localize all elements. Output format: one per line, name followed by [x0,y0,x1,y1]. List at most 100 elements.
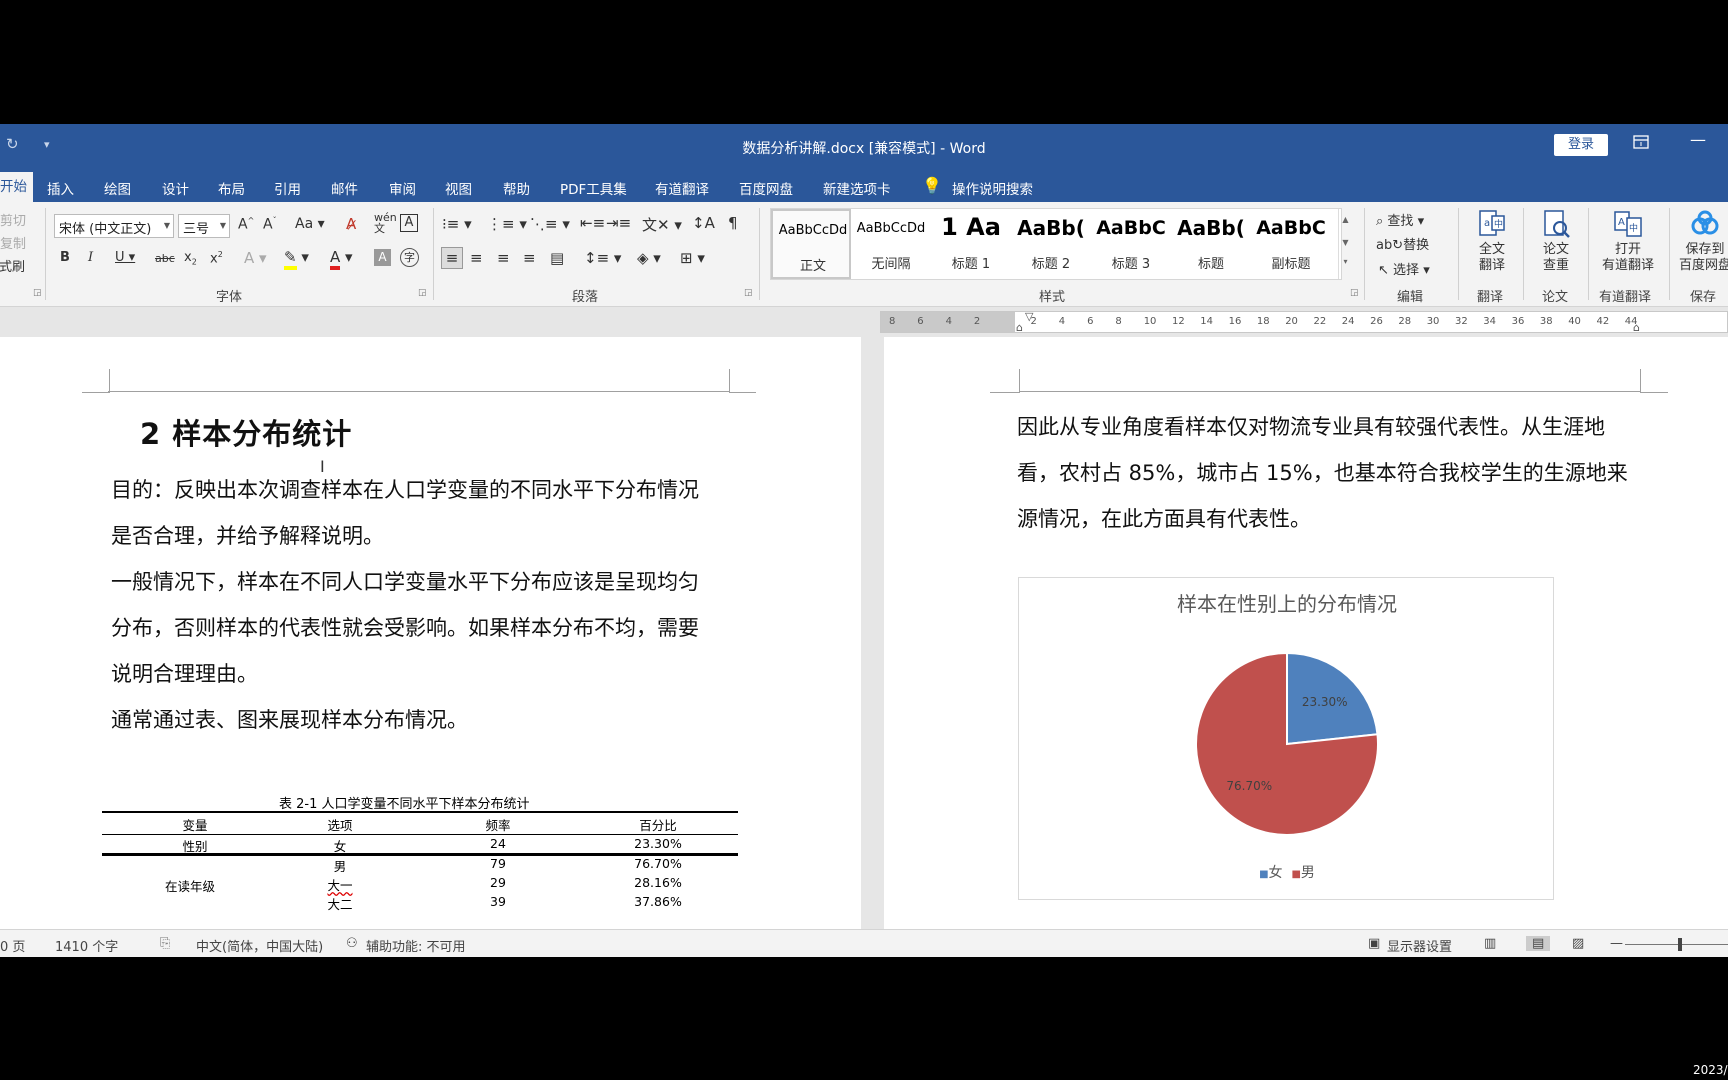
style-heading-2[interactable]: AaBb( 标题 2 [1011,209,1091,279]
paper-check-button[interactable]: 论文 查重 [1525,208,1587,274]
tab-references[interactable]: 引用 [274,178,301,198]
tab-baidu-netdisk[interactable]: 百度网盘 [739,178,793,198]
zoom-slider-thumb[interactable] [1678,938,1682,951]
bullets-icon[interactable]: ⁝≡ ▾ [442,215,472,233]
read-mode-icon[interactable]: ▥ [1484,936,1496,951]
web-layout-icon[interactable]: ▨ [1572,936,1584,951]
align-left-icon[interactable]: ≡ [441,247,463,269]
distributed-icon[interactable]: ▤ [550,249,564,267]
tell-me-search[interactable]: 操作说明搜索 [952,178,1033,198]
paragraph-launcher-icon[interactable]: ◲ [744,288,753,298]
subscript-icon[interactable]: x2 [184,250,197,267]
copy-button[interactable]: 复制 [0,233,26,252]
text-effects-icon[interactable]: A ▾ [244,249,267,267]
page-left[interactable]: 2 样本分布统计 I 目的：反映出本次调查样本在人口学变量的不同水平下分布情况是… [0,337,861,929]
table-cell: 79 [490,856,506,871]
decrease-indent-icon[interactable]: ⇤≡ [580,214,605,232]
bold-icon[interactable]: B [60,250,70,265]
tab-layout[interactable]: 布局 [218,178,245,198]
word-count[interactable]: 1410 个字 [55,936,118,955]
align-center-icon[interactable]: ≡ [470,249,483,267]
document-title: 数据分析讲解.docx [兼容模式] - Word [742,141,986,157]
login-button[interactable]: 登录 [1554,134,1608,156]
style-normal[interactable]: AaBbCcDd 正文 [771,209,851,279]
tab-review[interactable]: 审阅 [389,178,416,198]
tab-insert[interactable]: 插入 [47,178,74,198]
save-to-baidu-button[interactable]: 保存到 百度网盘 [1672,208,1728,274]
underline-icon[interactable]: U ▾ [115,250,135,265]
styles-gallery-scroll[interactable]: ▲ ▼ ▾ [1338,209,1352,279]
change-case-icon[interactable]: Aa ▾ [295,216,325,232]
format-painter-button[interactable]: 格式刷 [0,256,25,275]
borders-icon[interactable]: ⊞ ▾ [680,249,705,267]
superscript-icon[interactable]: x2 [210,250,223,266]
sort-icon[interactable]: ↕A [692,214,715,232]
show-marks-icon[interactable]: ¶ [728,214,738,232]
style-heading-3[interactable]: AaBbC 标题 3 [1091,209,1171,279]
display-settings-button[interactable]: 显示器设置 [1387,936,1452,955]
proofing-icon[interactable]: ⎘ [160,936,170,951]
character-border-icon[interactable]: A [400,214,418,232]
pie-chart[interactable]: 样本在性别上的分布情况 23.30% 76.70% ■女 ■男 [1018,577,1554,900]
clipboard-launcher-icon[interactable]: ◲ [33,288,42,298]
increase-indent-icon[interactable]: ⇥≡ [606,214,631,232]
strikethrough-icon[interactable]: abc [155,252,175,265]
select-button[interactable]: ↖ 选择 ▾ [1378,259,1430,278]
phonetic-guide-icon[interactable]: wén 文 [374,212,397,234]
hanging-indent-marker-icon[interactable]: ⌂ [1016,321,1023,334]
numbering-icon[interactable]: ⋮≡ ▾ [487,215,527,233]
font-size-select[interactable]: 三号 ▼ [178,214,230,238]
align-right-icon[interactable]: ≡ [497,249,510,267]
tab-home[interactable]: 开始 [0,172,33,202]
style-title[interactable]: AaBb( 标题 [1171,209,1251,279]
zoom-out-button[interactable]: — [1610,936,1623,951]
lightbulb-icon: 💡 [922,176,942,195]
font-color-icon[interactable]: A ▾ [330,248,353,270]
ribbon-display-icon[interactable] [1633,135,1649,153]
accessibility-status[interactable]: 辅助功能: 不可用 [366,936,466,955]
ruler-number: 14 [1200,316,1214,327]
chinese-layout-icon[interactable]: 文✕ ▾ [642,214,682,235]
page-right[interactable]: 因此从专业角度看样本仅对物流专业具有较强代表性。从生涯地看，农村占 85%，城市… [884,337,1728,929]
minimize-icon[interactable]: — [1690,130,1706,149]
multilevel-list-icon[interactable]: ⋱≡ ▾ [530,215,570,233]
first-line-indent-marker-icon[interactable]: ▽ [1025,310,1033,323]
tab-draw[interactable]: 绘图 [104,178,131,198]
enclose-characters-icon[interactable]: 字 [400,248,419,267]
ruler-number: 40 [1568,316,1581,327]
font-name-select[interactable]: 宋体 (中文正文) ▼ [54,214,174,238]
italic-icon[interactable]: I [88,250,93,265]
tab-help[interactable]: 帮助 [503,178,530,198]
font-launcher-icon[interactable]: ◲ [418,288,427,298]
tab-new[interactable]: 新建选项卡 [823,178,891,198]
style-subtitle[interactable]: AaBbC 副标题 [1251,209,1331,279]
language-indicator[interactable]: 中文(简体，中国大陆) [196,936,323,955]
cut-button[interactable]: 剪切 [0,210,26,229]
character-shading-icon[interactable]: A [374,249,391,266]
clear-formatting-icon[interactable]: A̷ [346,215,356,233]
full-translate-button[interactable]: a中 全文 翻译 [1461,208,1523,274]
tab-design[interactable]: 设计 [162,178,189,198]
zoom-slider[interactable] [1625,944,1728,945]
replace-button[interactable]: ab↻替换 [1376,234,1429,253]
tab-mailings[interactable]: 邮件 [331,178,358,198]
justify-icon[interactable]: ≡ [523,249,536,267]
editing-group-label: 编辑 [1397,290,1424,305]
styles-launcher-icon[interactable]: ◲ [1350,288,1359,298]
style-no-spacing[interactable]: AaBbCcDd 无间隔 [851,209,931,279]
open-youdao-button[interactable]: A中 打开 有道翻译 [1593,208,1663,274]
find-button[interactable]: ⌕ 查找 ▾ [1376,210,1424,229]
tab-view[interactable]: 视图 [445,178,472,198]
shrink-font-icon[interactable]: Aˇ [263,216,277,233]
highlight-icon[interactable]: ✎ ▾ [284,248,309,270]
grow-font-icon[interactable]: A^ [238,216,254,233]
style-heading-1[interactable]: 1 Aa 标题 1 [931,209,1011,279]
tab-youdao[interactable]: 有道翻译 [655,178,709,198]
print-layout-icon[interactable]: ▤ [1526,936,1551,951]
right-indent-marker-icon[interactable]: ⌂ [1633,321,1640,334]
line-spacing-icon[interactable]: ↕≡ ▾ [584,249,621,267]
horizontal-ruler[interactable]: 8 6 4 2 2 4 6 8 10 12 14 16 18 20 22 24 26 28 30 32 34 36 38 40… [880,310,1728,334]
page-count[interactable]: 0 页 [0,936,25,955]
shading-icon[interactable]: ◈ ▾ [637,249,661,267]
tab-pdf-tools[interactable]: PDF工具集 [560,178,627,198]
